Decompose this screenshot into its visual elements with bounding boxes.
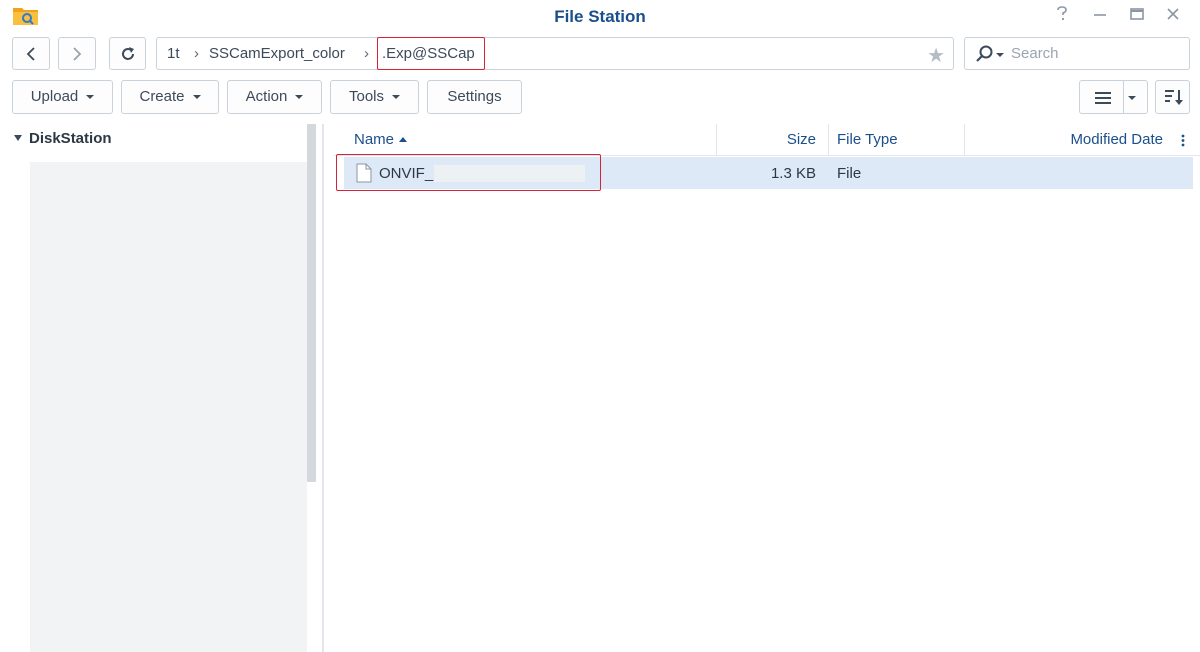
chevron-down-icon	[295, 95, 304, 100]
tree-root-diskstation[interactable]: DiskStation	[14, 130, 112, 147]
back-button[interactable]	[12, 37, 50, 70]
search-placeholder: Search	[1011, 45, 1059, 62]
sidebar-scrollbar[interactable]	[307, 124, 316, 482]
breadcrumb-separator-icon: ›	[364, 45, 369, 62]
settings-label: Settings	[447, 88, 502, 105]
annotation-highlight-file	[336, 154, 601, 191]
annotation-highlight-breadcrumb	[377, 37, 485, 70]
chevron-down-icon	[392, 95, 401, 100]
file-type: File	[837, 165, 862, 182]
chevron-down-icon	[86, 95, 95, 100]
column-name-label: Name	[354, 131, 395, 148]
chevron-right-icon	[73, 46, 82, 61]
tree-root-label: DiskStation	[29, 130, 112, 147]
column-header-name[interactable]: Name	[354, 131, 408, 148]
search-input[interactable]: Search	[964, 37, 1190, 70]
refresh-icon	[121, 46, 134, 60]
create-label: Create	[139, 88, 185, 105]
minimize-icon[interactable]	[1090, 6, 1110, 26]
upload-label: Upload	[30, 88, 79, 105]
search-icon	[976, 45, 1004, 62]
expand-arrow-icon[interactable]	[14, 135, 22, 142]
chevron-left-icon	[26, 46, 35, 61]
action-button[interactable]: Action	[227, 80, 322, 114]
tools-button[interactable]: Tools	[330, 80, 419, 114]
column-options-icon[interactable]	[1181, 134, 1185, 147]
settings-button[interactable]: Settings	[427, 80, 522, 114]
tools-label: Tools	[348, 88, 385, 105]
list-view-icon	[1095, 92, 1111, 104]
breadcrumb[interactable]: 1t › SSCamExport_color › .Exp@SSCap ★	[156, 37, 954, 70]
sort-icon	[1165, 90, 1183, 105]
pane-splitter[interactable]	[322, 124, 324, 652]
view-mode-button[interactable]	[1079, 80, 1124, 114]
column-divider[interactable]	[828, 124, 829, 156]
chevron-down-icon	[192, 95, 201, 100]
column-header-modified-date[interactable]: Modified Date	[1070, 131, 1163, 148]
sort-ascending-icon	[399, 136, 408, 142]
column-header-file-type[interactable]: File Type	[837, 131, 898, 148]
file-grid-header: Name Size File Type Modified Date	[334, 124, 1200, 156]
help-icon[interactable]	[1052, 6, 1072, 26]
window-title: File Station	[554, 7, 646, 26]
action-label: Action	[245, 88, 288, 105]
column-divider[interactable]	[716, 124, 717, 156]
refresh-button[interactable]	[109, 37, 146, 70]
breadcrumb-item-sscamexport[interactable]: SSCamExport_color	[209, 45, 345, 62]
column-header-size[interactable]: Size	[787, 131, 816, 148]
chevron-down-icon	[1128, 96, 1136, 100]
folder-tree	[30, 162, 307, 652]
breadcrumb-item-1t[interactable]: 1t	[167, 45, 180, 62]
title-bar: File Station	[0, 0, 1200, 32]
close-icon[interactable]	[1163, 6, 1183, 26]
upload-button[interactable]: Upload	[12, 80, 113, 114]
create-button[interactable]: Create	[121, 80, 219, 114]
sort-button[interactable]	[1155, 80, 1190, 114]
breadcrumb-separator-icon: ›	[194, 45, 199, 62]
view-mode-dropdown[interactable]	[1123, 80, 1148, 114]
star-icon[interactable]: ★	[927, 43, 945, 68]
forward-button[interactable]	[58, 37, 96, 70]
file-size: 1.3 KB	[770, 165, 816, 182]
maximize-icon[interactable]	[1127, 6, 1147, 26]
column-divider[interactable]	[964, 124, 965, 156]
